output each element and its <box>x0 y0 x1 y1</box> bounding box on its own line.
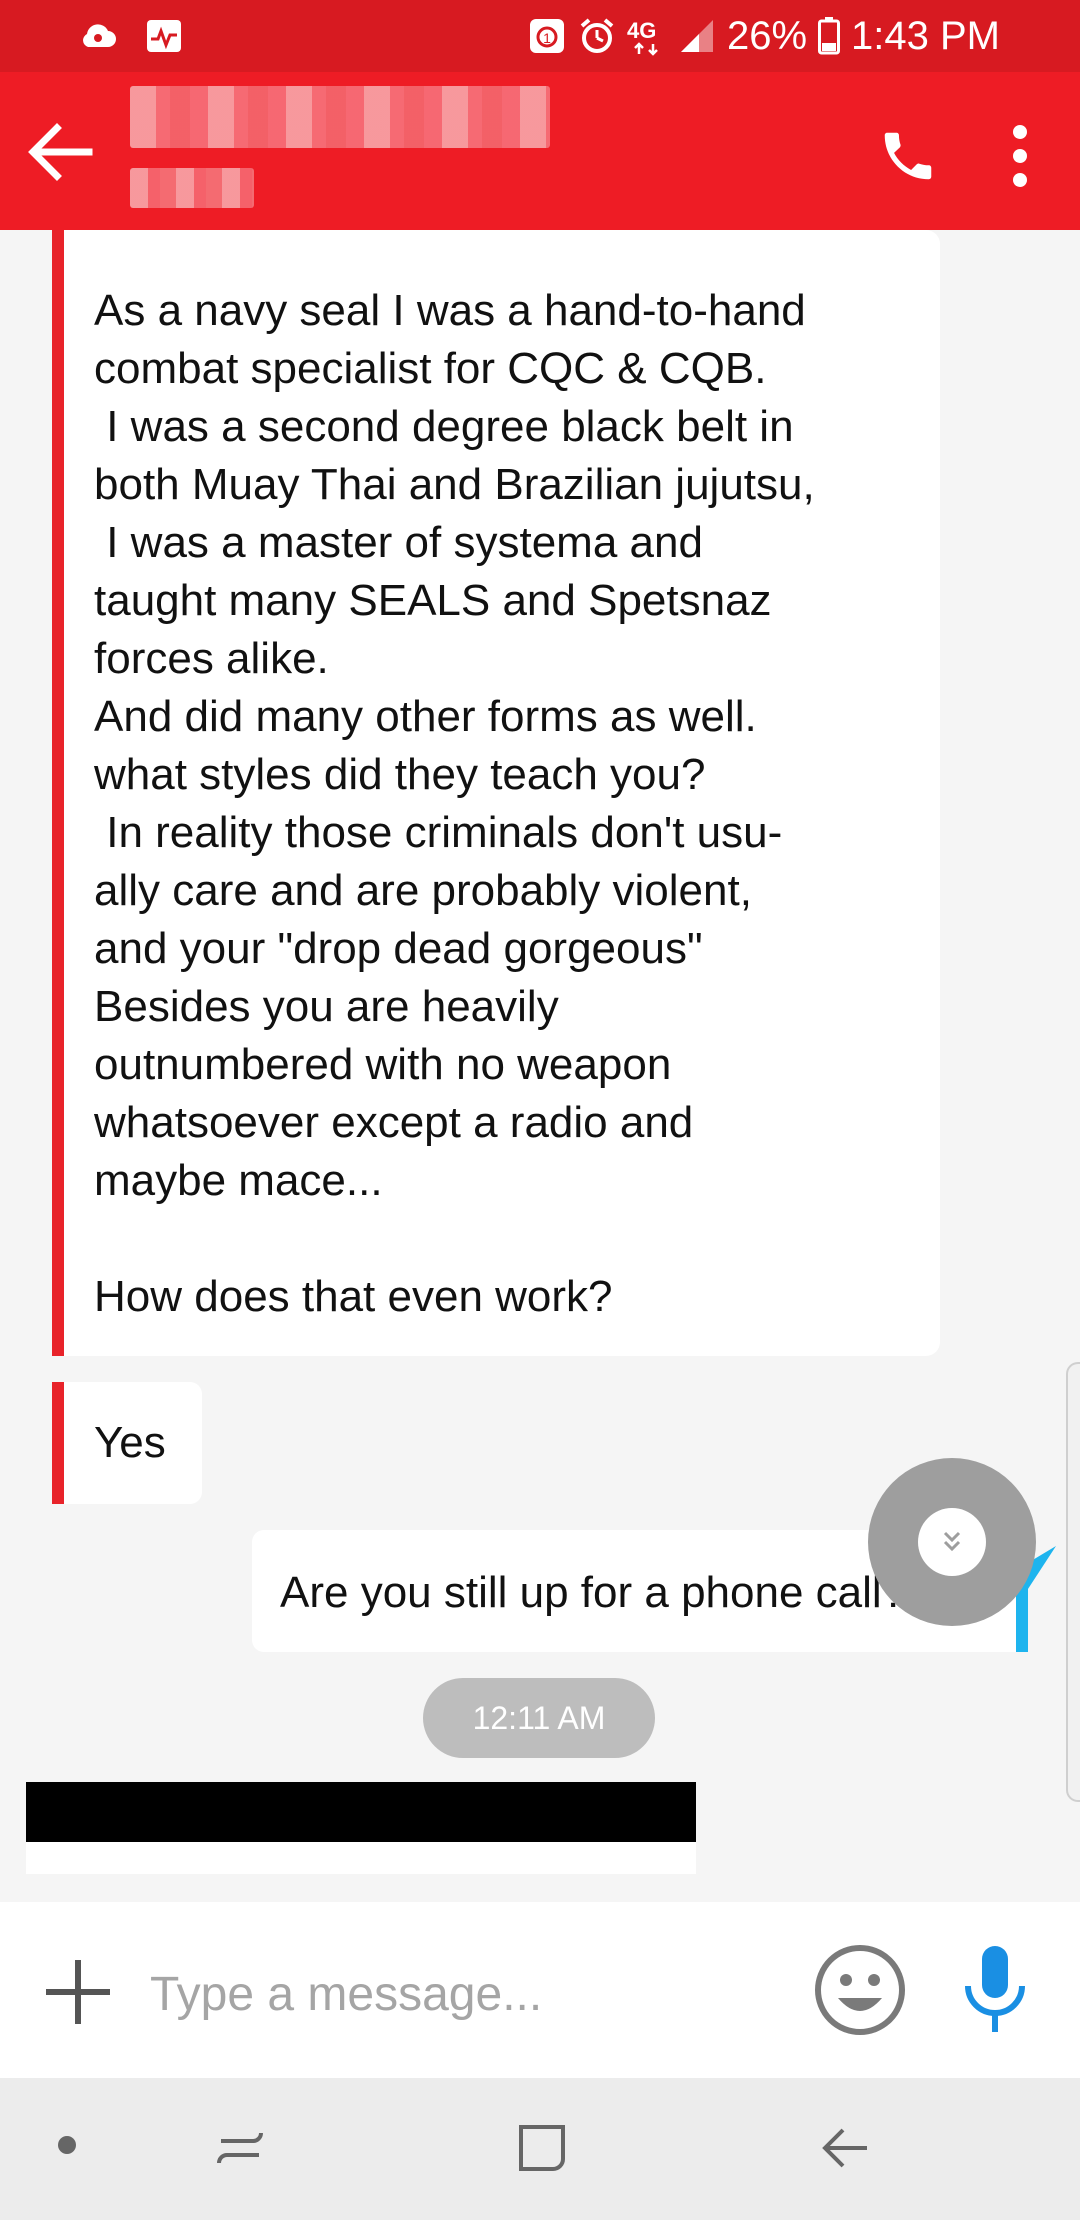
nav-hide-dot-icon[interactable] <box>58 2136 76 2154</box>
status-bar: 1 4G 26% 1:43 PM <box>0 0 1080 72</box>
vibrate-alarm-icon: 1 <box>527 18 567 54</box>
timestamp-divider: 12:11 AM <box>423 1678 655 1758</box>
message-text: Yes <box>94 1418 166 1467</box>
back-arrow-icon <box>822 2128 867 2168</box>
health-icon <box>144 18 184 54</box>
system-nav-bar <box>0 2078 1080 2220</box>
arrow-back-icon <box>28 123 93 181</box>
edge-panel-handle[interactable] <box>1066 1362 1080 1802</box>
app-bar <box>0 72 1080 230</box>
emoji-button[interactable] <box>812 1942 908 2038</box>
home-button[interactable] <box>502 2108 582 2188</box>
incoming-accent-bar <box>52 230 64 1356</box>
message-text: Are you still up for a phone call? <box>280 1568 907 1617</box>
smiley-icon <box>815 1945 905 2035</box>
contact-subtitle-redacted <box>130 168 254 208</box>
network-4g-icon: 4G <box>627 18 667 56</box>
call-button[interactable] <box>868 116 948 196</box>
message-list[interactable]: As a navy seal I was a hand-to-hand comb… <box>0 230 1080 1902</box>
battery-percent: 26% <box>726 13 808 58</box>
clock: 1:43 PM <box>851 13 1000 58</box>
message-input[interactable] <box>150 1954 790 2034</box>
scroll-to-bottom-button[interactable] <box>868 1458 1036 1626</box>
signal-icon <box>677 18 717 54</box>
phone-icon <box>884 132 932 180</box>
microphone-icon <box>965 1946 1025 2032</box>
battery-icon <box>817 17 841 55</box>
home-square-icon <box>519 2125 565 2171</box>
incoming-message-bubble[interactable]: As a navy seal I was a hand-to-hand comb… <box>64 230 940 1356</box>
recents-icon <box>217 2132 263 2164</box>
recent-apps-button[interactable] <box>200 2108 280 2188</box>
more-options-button[interactable] <box>990 116 1050 196</box>
message-composer <box>0 1902 1080 2078</box>
double-chevron-down-icon <box>943 1531 961 1552</box>
cloud-icon <box>78 18 118 54</box>
svg-text:4G: 4G <box>627 18 656 43</box>
incoming-message-bubble[interactable]: Yes <box>64 1382 202 1504</box>
contact-name-redacted[interactable] <box>130 86 550 148</box>
system-back-button[interactable] <box>804 2108 884 2188</box>
message-text: As a navy seal I was a hand-to-hand comb… <box>94 286 815 1321</box>
redacted-message-bubble <box>26 1842 696 1874</box>
alarm-icon <box>577 18 617 54</box>
add-attachment-button[interactable] <box>36 1950 120 2034</box>
more-vert-icon <box>1013 125 1027 187</box>
svg-text:1: 1 <box>543 30 551 46</box>
voice-input-button[interactable] <box>950 1936 1040 2044</box>
incoming-accent-bar <box>52 1382 64 1504</box>
plus-icon <box>46 1960 110 2024</box>
back-button[interactable] <box>20 112 100 192</box>
redacted-message <box>26 1782 696 1842</box>
